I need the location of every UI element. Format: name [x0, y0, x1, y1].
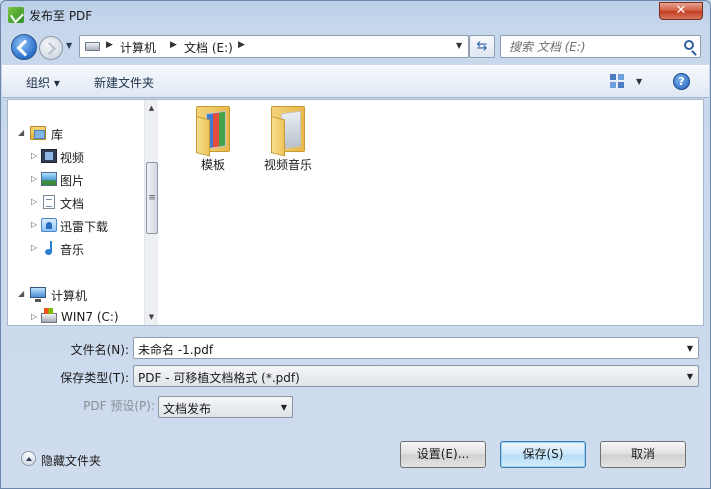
- tree-item-label: 库: [51, 128, 64, 142]
- folder-label: 模板: [200, 158, 225, 172]
- tree-item-pictures[interactable]: ▷ 图片: [8, 170, 143, 190]
- search-icon[interactable]: [684, 40, 694, 50]
- window-title: 发布至 PDF: [29, 9, 93, 23]
- collapse-arrow-icon[interactable]: ◢: [18, 289, 24, 298]
- filename-field[interactable]: 未命名 -1.pdf ▼: [133, 337, 699, 359]
- title-bar: 发布至 PDF ✕: [1, 1, 710, 29]
- folder-item-templates[interactable]: 模板: [173, 106, 253, 176]
- collapse-arrow-icon[interactable]: ◢: [18, 128, 24, 137]
- save-type-value: PDF - 可移植文档格式 (*.pdf): [138, 371, 300, 385]
- tree-item-drive-c[interactable]: ▷ WIN7 (C:): [8, 308, 143, 328]
- tree-item-label: 视频: [60, 151, 85, 165]
- picture-icon: [41, 172, 57, 186]
- chevron-down-icon[interactable]: ▼: [281, 403, 287, 412]
- navigation-pane: ◢ 库 ▷ 视频 ▷ 图片 ▷ 文档 ▷ 迅雷下载 ▷ 音乐 ◢ 计算机 ▷ W…: [8, 100, 158, 325]
- tree-item-label: WIN7 (C:): [61, 310, 119, 324]
- tree-item-library[interactable]: ◢ 库: [8, 124, 143, 144]
- save-type-label: 保存类型(T):: [60, 371, 129, 385]
- settings-button[interactable]: 设置(E)...: [400, 441, 486, 468]
- folder-item-video-music[interactable]: 视频音乐: [248, 106, 328, 176]
- nav-scrollbar[interactable]: ▲ ≡ ▼: [144, 100, 158, 325]
- folder-label: 视频音乐: [263, 158, 312, 172]
- chevron-down-icon[interactable]: ▼: [687, 372, 693, 381]
- new-folder-button[interactable]: 新建文件夹: [94, 74, 154, 91]
- library-icon: [30, 126, 46, 140]
- save-button[interactable]: 保存(S): [500, 441, 586, 468]
- back-button[interactable]: [11, 34, 37, 60]
- collapse-chevron-icon[interactable]: [21, 451, 36, 466]
- app-logo-icon: [8, 7, 24, 23]
- browser-area: ◢ 库 ▷ 视频 ▷ 图片 ▷ 文档 ▷ 迅雷下载 ▷ 音乐 ◢ 计算机 ▷ W…: [7, 99, 704, 326]
- expand-arrow-icon[interactable]: ▷: [31, 243, 37, 252]
- tree-item-video[interactable]: ▷ 视频: [8, 147, 143, 167]
- save-type-select[interactable]: PDF - 可移植文档格式 (*.pdf) ▼: [133, 365, 699, 387]
- breadcrumb-drive-e[interactable]: 文档 (E:): [184, 39, 233, 56]
- document-icon: [43, 195, 55, 209]
- expand-arrow-icon[interactable]: ▷: [31, 174, 37, 183]
- thunder-icon: [41, 218, 57, 232]
- scroll-down-icon[interactable]: ▼: [145, 309, 158, 325]
- view-options-dropdown[interactable]: ▼: [636, 77, 642, 86]
- computer-icon: [30, 287, 46, 302]
- folder-icon: [196, 106, 232, 157]
- tree-item-label: 计算机: [51, 289, 88, 303]
- computer-drive-icon: [85, 42, 100, 51]
- pdf-preset-select[interactable]: 文档发布 ▼: [158, 396, 293, 418]
- video-icon: [41, 149, 57, 163]
- expand-arrow-icon[interactable]: ▷: [31, 151, 37, 160]
- file-list: 模板 视频音乐: [159, 100, 703, 325]
- close-button[interactable]: ✕: [659, 2, 703, 20]
- tree-item-label: 迅雷下载: [60, 220, 109, 234]
- refresh-icon: ⇆: [476, 39, 488, 54]
- help-icon[interactable]: ?: [673, 73, 690, 90]
- tree-item-computer[interactable]: ◢ 计算机: [8, 285, 143, 305]
- pdf-preset-value: 文档发布: [163, 402, 212, 416]
- tree-item-label: 文档: [60, 197, 85, 211]
- tree-item-documents[interactable]: ▷ 文档: [8, 193, 143, 213]
- tree-item-label: 音乐: [60, 243, 85, 257]
- save-dialog: 发布至 PDF ✕ ▼ ▶ 计算机 ▶ 文档 (E:) ▶ ▼ ⇆ 组织 ▾ 新…: [0, 0, 711, 489]
- expand-arrow-icon[interactable]: ▷: [31, 220, 37, 229]
- pdf-preset-label: PDF 预设(P):: [83, 399, 155, 413]
- address-bar[interactable]: ▶ 计算机 ▶ 文档 (E:) ▶ ▼: [79, 35, 469, 58]
- search-box[interactable]: [500, 35, 701, 58]
- forward-button[interactable]: [39, 36, 63, 60]
- cancel-button[interactable]: 取消: [600, 441, 686, 468]
- close-icon: ✕: [675, 3, 687, 18]
- chevron-down-icon[interactable]: ▼: [687, 344, 693, 353]
- expand-arrow-icon[interactable]: ▷: [31, 312, 37, 321]
- folder-icon: [271, 106, 307, 157]
- change-view-icon[interactable]: [610, 74, 624, 88]
- recent-locations-dropdown[interactable]: ▼: [66, 41, 72, 50]
- breadcrumb-arrow-icon[interactable]: ▶: [170, 40, 177, 50]
- command-bar: 组织 ▾ 新建文件夹 ▼ ?: [2, 65, 709, 98]
- hide-folders-label[interactable]: 隐藏文件夹: [41, 452, 101, 469]
- music-icon: [44, 241, 54, 255]
- breadcrumb-arrow-icon[interactable]: ▶: [238, 40, 245, 50]
- search-input[interactable]: [509, 39, 674, 55]
- drive-icon: [41, 308, 57, 323]
- filename-value[interactable]: 未命名 -1.pdf: [138, 341, 213, 358]
- refresh-button[interactable]: ⇆: [469, 35, 495, 58]
- expand-arrow-icon[interactable]: ▷: [31, 197, 37, 206]
- tree-item-music[interactable]: ▷ 音乐: [8, 239, 143, 259]
- filename-label: 文件名(N):: [70, 343, 129, 357]
- breadcrumb-arrow-icon[interactable]: ▶: [106, 40, 113, 50]
- tree-item-label: 图片: [60, 174, 85, 188]
- organize-menu[interactable]: 组织 ▾: [26, 74, 60, 91]
- breadcrumb-computer[interactable]: 计算机: [120, 39, 156, 56]
- scroll-up-icon[interactable]: ▲: [145, 100, 158, 116]
- scroll-thumb[interactable]: ≡: [146, 162, 158, 234]
- tree-item-thunder-downloads[interactable]: ▷ 迅雷下载: [8, 216, 143, 236]
- address-history-dropdown[interactable]: ▼: [456, 41, 462, 50]
